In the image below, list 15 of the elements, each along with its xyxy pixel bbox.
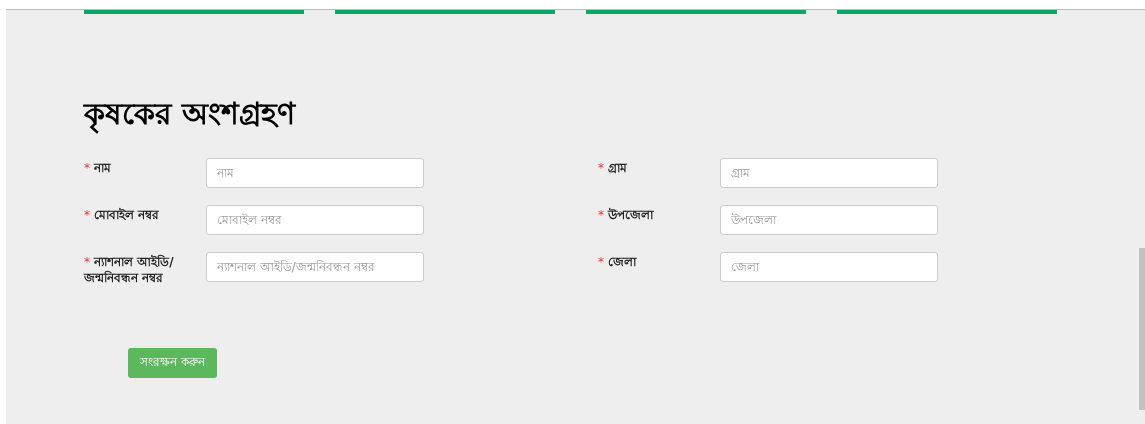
scrollbar-thumb[interactable] [1139,248,1145,410]
input-field[interactable]: উপজেলা [720,205,938,235]
input-field[interactable]: জেলা [720,252,938,282]
page-title: কৃষকের অংশগ্রহণ [84,96,1145,132]
field-label: * গ্রাম [598,160,629,176]
input-field[interactable]: গ্রাম [720,158,938,188]
field-label: * ন্যাশনাল আইডি/ জন্মনিবন্ধন নম্বর [84,253,175,286]
field-label: * মোবাইল নম্বর [84,207,161,223]
save-button[interactable]: সংরক্ষন করুন [128,348,217,378]
input-field[interactable]: মোবাইল নম্বর [206,205,424,235]
field-label: * নাম [84,160,113,176]
field-label: * জেলা [598,254,638,270]
field-label: * উপজেলা [598,207,655,223]
input-field[interactable]: ন্যাশনাল আইডি/জন্মনিবন্ধন নম্বর [206,252,424,282]
input-field[interactable]: নাম [206,158,424,188]
